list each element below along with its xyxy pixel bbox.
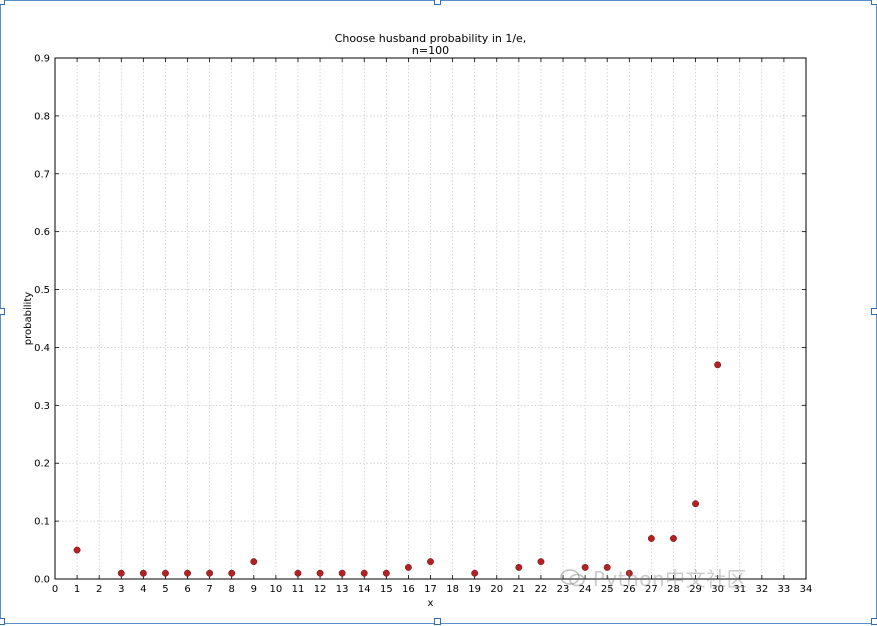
data-point [316,569,324,577]
x-tick-label: 13 [336,584,349,595]
data-point [161,569,169,577]
y-tick-label: 0.7 [34,169,50,180]
x-tick-label: 7 [206,584,212,595]
x-tick-label: 21 [512,584,525,595]
watermark: Python中文社区 [560,563,747,593]
x-tick-label: 32 [755,584,768,595]
data-point [382,569,390,577]
x-tick-label: 17 [424,584,437,595]
y-tick-label: 0.0 [34,575,50,586]
data-point [250,558,258,566]
x-axis-label: x [428,598,434,609]
y-tick-label: 0.2 [34,459,50,470]
x-tick-label: 1 [74,584,80,595]
x-tick-label: 3 [118,584,124,595]
data-point [139,569,147,577]
y-tick-label: 0.1 [34,517,50,528]
data-points [73,361,722,577]
x-tick-label: 8 [229,584,235,595]
data-point [427,558,434,566]
data-point [404,563,412,571]
data-point [338,569,346,577]
x-tick-label: 15 [380,584,393,595]
data-point [515,563,523,571]
data-point [228,569,236,577]
x-tick-label: 12 [314,584,327,595]
grid [54,57,807,580]
x-tick-label: 18 [446,584,459,595]
x-tick-label: 10 [270,584,283,595]
x-tick-label: 11 [292,584,305,595]
x-tick-label: 19 [468,584,481,595]
x-tick-label: 5 [162,584,168,595]
y-tick-label: 0.5 [34,285,50,296]
x-tick-label: 22 [535,584,548,595]
x-tick-label: 20 [490,584,503,595]
data-point [73,546,81,554]
y-tick-label: 0.9 [34,54,50,65]
data-point [117,569,125,577]
data-point [184,569,191,577]
y-tick-label: 0.8 [34,111,50,122]
x-tick-label: 0 [52,584,58,595]
data-point [471,569,479,577]
y-axis-label: probability [23,292,34,345]
data-point [670,535,677,542]
y-tick-label: 0.3 [34,401,50,412]
data-point [206,569,214,577]
x-tick-label: 6 [184,584,190,595]
data-point [360,569,368,577]
chart-title-line-2: n=100 [412,44,449,57]
x-tick-label: 14 [358,584,371,595]
data-point [537,558,545,566]
x-tick-label: 16 [402,584,415,595]
x-tick-label: 2 [96,584,102,595]
x-tick-label: 34 [800,584,813,595]
y-tick-label: 0.6 [34,227,50,238]
data-point [714,361,722,369]
data-point [692,500,700,508]
data-point [647,535,655,542]
y-tick-label: 0.4 [34,343,50,354]
data-point [294,569,302,577]
scatter-chart: 0 1 2 3 4 5 6 7 8 9 10 11 12 13 14 15 16 17 18 19 20 21 22 23 24… [23,32,813,609]
chat-bubbles-icon [560,568,586,593]
x-tick-label: 4 [140,584,146,595]
x-tick-label: 33 [778,584,791,595]
watermark-text: Python中文社区 [592,567,748,591]
x-tick-label: 9 [251,584,257,595]
